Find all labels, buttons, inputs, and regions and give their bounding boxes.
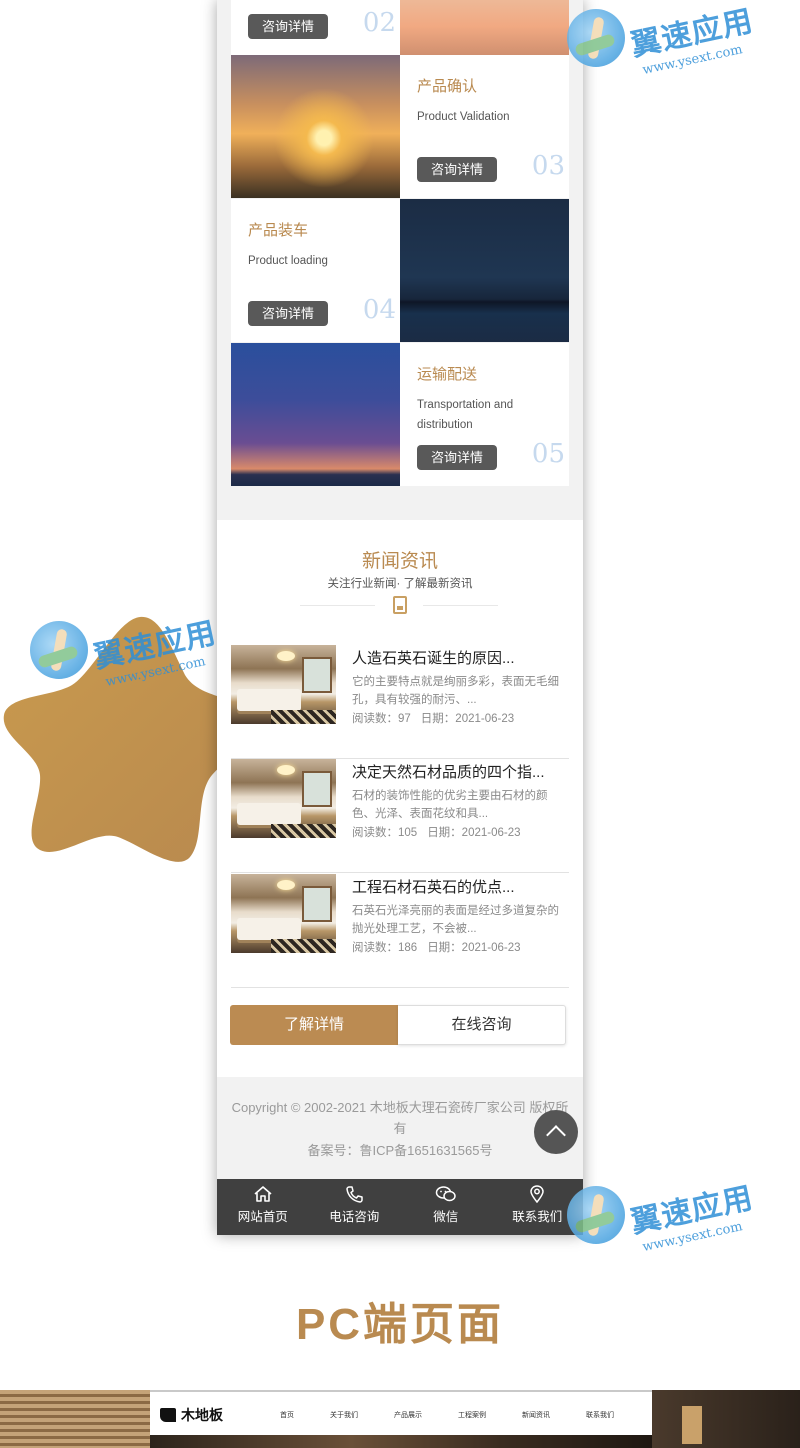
step-title: 运输配送 xyxy=(417,366,478,383)
news-section: 新闻资讯 关注行业新闻· 了解最新资讯 人造石英石诞生的原因... 它的主要特点… xyxy=(217,520,583,1077)
pc-page-preview: 木地板 首页 关于我们 产品展示 工程案例 新闻资讯 联系我们 xyxy=(0,1390,800,1448)
process-image-dusk-harbor xyxy=(231,343,400,486)
news-item-meta: 阅读数：186 日期：2021-06-23 xyxy=(352,939,531,955)
step-number: 05 xyxy=(531,439,565,469)
pc-menu-item-about[interactable]: 关于我们 xyxy=(330,1410,358,1420)
process-step-02: 咨询详情 02 xyxy=(231,0,400,55)
copyright-text: Copyright © 2002-2021 木地板大理石瓷砖厂家公司 版权所有 xyxy=(231,1100,569,1136)
publish-date: 日期：2021-06-23 xyxy=(420,713,515,725)
process-image-sky xyxy=(400,0,569,55)
divider-line-left xyxy=(300,605,375,606)
pc-hero-image xyxy=(150,1435,652,1448)
news-subtitle: 关注行业新闻· 了解最新资讯 xyxy=(327,578,473,590)
bottom-tab-bar: 网站首页 电话咨询 微信 联系我们 xyxy=(217,1179,583,1235)
step-title: 产品确认 xyxy=(417,78,478,95)
news-item-title[interactable]: 人造石英石诞生的原因... xyxy=(352,647,567,668)
news-item-meta: 阅读数：105 日期：2021-06-23 xyxy=(352,824,531,840)
phone-icon xyxy=(346,1186,363,1203)
process-step-05: 运输配送 Transportation and distribution 咨询详… xyxy=(400,343,569,486)
consult-button[interactable]: 咨询详情 xyxy=(248,301,328,326)
tab-label: 电话咨询 xyxy=(329,1210,380,1224)
news-thumbnail[interactable] xyxy=(231,874,336,953)
step-subtitle: Transportation and distribution xyxy=(417,399,514,431)
tab-label: 网站首页 xyxy=(237,1210,288,1224)
pc-menu-item-cases[interactable]: 工程案例 xyxy=(458,1410,486,1420)
watermark-top: 翼速应用 www.ysext.com xyxy=(567,4,756,78)
tab-contact[interactable]: 联系我们 xyxy=(492,1179,584,1235)
process-image-sunset xyxy=(231,55,400,198)
consult-button[interactable]: 咨询详情 xyxy=(417,445,497,470)
process-image-night-lake xyxy=(400,199,569,342)
process-step-04: 产品装车 Product loading 咨询详情 04 xyxy=(231,199,400,342)
process-grid: 咨询详情 02 产品确认 Product Validation 咨询详情 03 … xyxy=(231,0,569,486)
watermark-name: 翼速应用 xyxy=(627,1180,757,1241)
tab-home[interactable]: 网站首页 xyxy=(217,1179,309,1235)
step-number: 03 xyxy=(531,151,565,181)
news-item-title[interactable]: 工程石材石英石的优点... xyxy=(352,876,567,897)
process-step-03: 产品确认 Product Validation 咨询详情 03 xyxy=(400,55,569,198)
news-thumbnail[interactable] xyxy=(231,645,336,724)
publish-date: 日期：2021-06-23 xyxy=(427,827,521,839)
news-thumbnail[interactable] xyxy=(231,759,336,838)
watermark-url: www.ysext.com xyxy=(641,1219,744,1255)
pc-menu-item-home[interactable]: 首页 xyxy=(280,1410,294,1420)
pc-logo-text: 木地板 xyxy=(181,1407,223,1423)
pc-menu-item-news[interactable]: 新闻资讯 xyxy=(522,1410,550,1420)
pc-preview-left-image xyxy=(0,1390,150,1448)
publish-date: 日期：2021-06-23 xyxy=(427,942,521,954)
logo-mark-icon xyxy=(160,1408,176,1422)
news-item-desc: 石英石光泽亮丽的表面是经过多道复杂的抛光处理工艺，不会被... xyxy=(352,905,559,935)
news-item-desc: 它的主要特点就是绚丽多彩，表面无毛细孔，具有较强的耐污、... xyxy=(352,676,559,706)
news-item[interactable]: 决定天然石材品质的四个指... 石材的装饰性能的优劣主要由石材的颜色、光泽、表面… xyxy=(231,759,569,873)
divider-icon xyxy=(393,596,407,614)
step-number: 04 xyxy=(362,295,396,325)
wechat-icon xyxy=(435,1186,456,1202)
watermark-name: 翼速应用 xyxy=(627,3,757,64)
pc-menu: 首页 关于我们 产品展示 工程案例 新闻资讯 联系我们 xyxy=(280,1410,650,1420)
news-item-title[interactable]: 决定天然石材品质的四个指... xyxy=(352,761,567,782)
pc-preview-right-image xyxy=(652,1390,800,1448)
pc-section-heading: PC端页面 xyxy=(295,1300,505,1349)
tab-phone[interactable]: 电话咨询 xyxy=(309,1179,401,1235)
news-item-meta: 阅读数：97 日期：2021-06-23 xyxy=(352,710,524,726)
news-actions: 了解详情 在线咨询 xyxy=(230,1005,566,1045)
news-item[interactable]: 人造石英石诞生的原因... 它的主要特点就是绚丽多彩，表面无毛细孔，具有较强的耐… xyxy=(231,645,569,759)
icp-record[interactable]: 备案号：鲁ICP备1651631565号 xyxy=(217,1140,583,1159)
tab-wechat[interactable]: 微信 xyxy=(400,1179,492,1235)
read-count: 阅读数：105 xyxy=(352,827,418,839)
back-to-top-button[interactable] xyxy=(534,1110,578,1154)
home-icon xyxy=(254,1186,272,1202)
pc-menu-item-products[interactable]: 产品展示 xyxy=(394,1410,422,1420)
location-icon xyxy=(530,1185,545,1203)
footer: Copyright © 2002-2021 木地板大理石瓷砖厂家公司 版权所有 … xyxy=(217,1077,583,1179)
read-count: 阅读数：186 xyxy=(352,942,418,954)
divider-line-right xyxy=(423,605,498,606)
tab-label: 联系我们 xyxy=(512,1210,563,1224)
watermark-bottom: 翼速应用 www.ysext.com xyxy=(567,1181,756,1255)
step-title: 产品装车 xyxy=(248,222,309,239)
watermark-url: www.ysext.com xyxy=(641,42,744,78)
news-title: 新闻资讯 xyxy=(361,551,438,572)
news-item-desc: 石材的装饰性能的优劣主要由石材的颜色、光泽、表面花纹和具... xyxy=(352,790,548,820)
pc-navbar: 木地板 首页 关于我们 产品展示 工程案例 新闻资讯 联系我们 xyxy=(150,1390,652,1435)
read-count: 阅读数：97 xyxy=(352,713,411,725)
mobile-page-frame: 咨询详情 02 产品确认 Product Validation 咨询详情 03 … xyxy=(217,0,583,1235)
step-number: 02 xyxy=(362,8,396,38)
online-consult-button[interactable]: 在线咨询 xyxy=(398,1005,566,1045)
consult-button[interactable]: 咨询详情 xyxy=(417,157,497,182)
learn-more-button[interactable]: 了解详情 xyxy=(230,1005,398,1045)
tab-label: 微信 xyxy=(433,1210,459,1224)
step-subtitle: Product Validation xyxy=(417,111,510,123)
pc-logo[interactable]: 木地板 xyxy=(160,1405,223,1425)
consult-button[interactable]: 咨询详情 xyxy=(248,14,328,39)
news-item[interactable]: 工程石材石英石的优点... 石英石光泽亮丽的表面是经过多道复杂的抛光处理工艺，不… xyxy=(231,874,569,988)
pc-menu-item-contact[interactable]: 联系我们 xyxy=(586,1410,614,1420)
step-subtitle: Product loading xyxy=(248,255,328,267)
